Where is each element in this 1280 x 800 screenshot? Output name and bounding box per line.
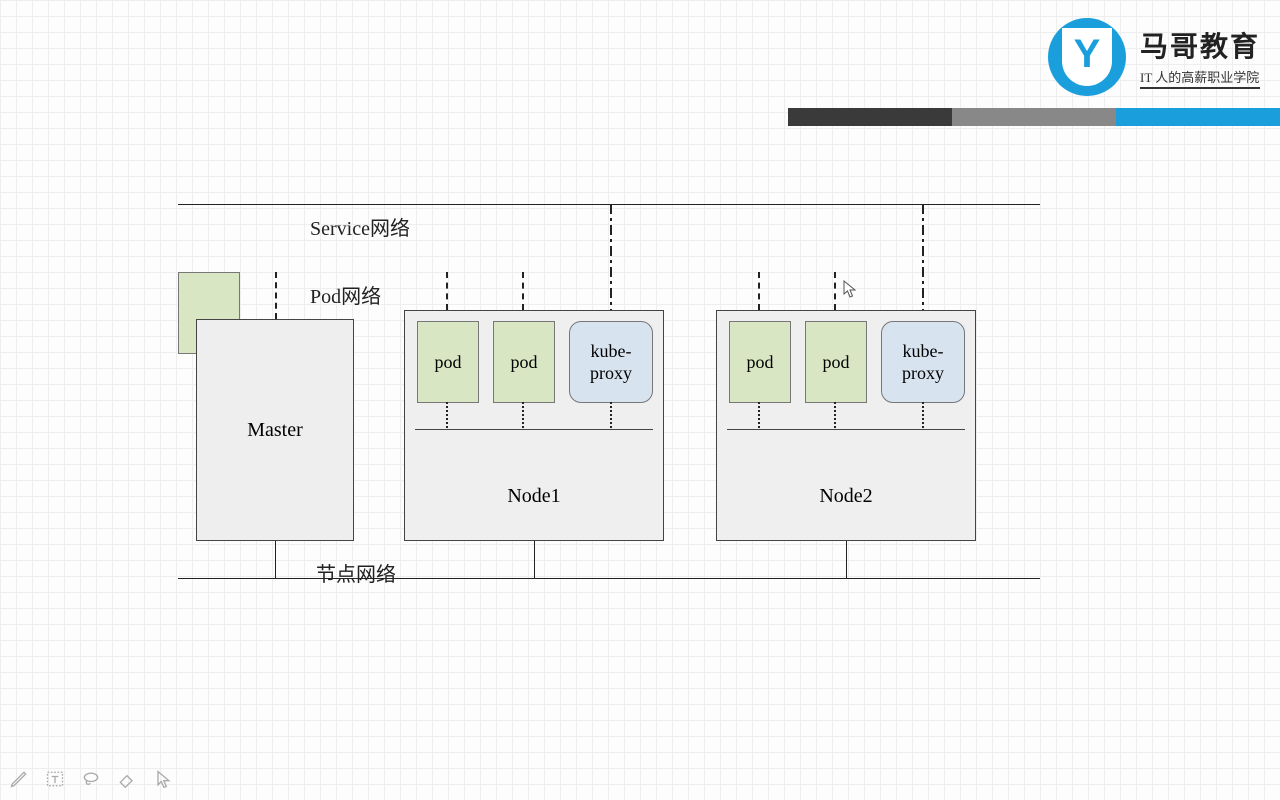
brand-subtitle: IT 人的高薪职业学院: [1140, 67, 1260, 89]
pencil-tool-icon[interactable]: [8, 768, 30, 790]
service-network-label: Service网络: [310, 212, 410, 241]
brand-title: 马哥教育: [1140, 25, 1260, 65]
node1-pod-2: pod: [493, 321, 555, 403]
conn-n2-pod1-inner: [758, 402, 760, 428]
pointer-tool-icon[interactable]: [152, 768, 174, 790]
conn-n1-pod1-podnet: [446, 272, 448, 310]
node1-kube-proxy: kube- proxy: [569, 321, 653, 403]
service-network-line: [178, 204, 1040, 205]
diagram-canvas: Service网络 Pod网络 节点网络 Master pod pod kube…: [178, 200, 1040, 600]
node2-pod1-label: pod: [747, 352, 774, 373]
conn-n1-pod2-inner: [522, 402, 524, 428]
master-label: Master: [247, 419, 303, 442]
conn-master-to-node-net: [275, 541, 276, 578]
node-network-label: 节点网络: [316, 558, 396, 587]
conn-n2-pod2-inner: [834, 402, 836, 428]
master-box: Master: [196, 319, 354, 541]
node2-inner-line: [727, 429, 965, 430]
node2-label: Node2: [717, 485, 975, 508]
conn-n1-kp-servicenet: [610, 204, 612, 310]
node2-kp-label: kube- proxy: [902, 340, 944, 385]
conn-n2-kp-servicenet: [922, 204, 924, 310]
node1-inner-line: [415, 429, 653, 430]
header-accent-bars: [788, 108, 1280, 126]
node2-kube-proxy: kube- proxy: [881, 321, 965, 403]
node-network-line: [178, 578, 1040, 579]
node2-pod2-label: pod: [823, 352, 850, 373]
drawing-toolbar: [8, 768, 174, 790]
conn-n2-pod2-podnet: [834, 272, 836, 310]
lasso-tool-icon[interactable]: [80, 768, 102, 790]
brand-logo: Y 马哥教育 IT 人的高薪职业学院: [1048, 18, 1260, 96]
bar-accent: [1116, 108, 1280, 126]
conn-n2-pod1-podnet: [758, 272, 760, 310]
conn-n1-pod2-podnet: [522, 272, 524, 310]
node1-pod-1: pod: [417, 321, 479, 403]
cursor-icon: [843, 280, 857, 298]
node1-label: Node1: [405, 485, 663, 508]
node2-pod-1: pod: [729, 321, 791, 403]
node1-pod2-label: pod: [511, 352, 538, 373]
node1-kp-label: kube- proxy: [590, 340, 632, 385]
node2-box: pod pod kube- proxy Node2: [716, 310, 976, 541]
conn-node1-to-nodenet: [534, 541, 535, 578]
bar-dark: [788, 108, 952, 126]
node2-pod-2: pod: [805, 321, 867, 403]
node1-box: pod pod kube- proxy Node1: [404, 310, 664, 541]
node1-pod1-label: pod: [435, 352, 462, 373]
logo-mark: Y: [1048, 18, 1126, 96]
conn-node2-to-nodenet: [846, 541, 847, 578]
conn-n1-kp-inner: [610, 402, 612, 428]
bar-mid: [952, 108, 1116, 126]
conn-master-to-pod-net: [275, 272, 277, 319]
text-tool-icon[interactable]: [44, 768, 66, 790]
pod-network-label: Pod网络: [310, 280, 381, 309]
conn-n2-kp-inner: [922, 402, 924, 428]
eraser-tool-icon[interactable]: [116, 768, 138, 790]
conn-n1-pod1-inner: [446, 402, 448, 428]
